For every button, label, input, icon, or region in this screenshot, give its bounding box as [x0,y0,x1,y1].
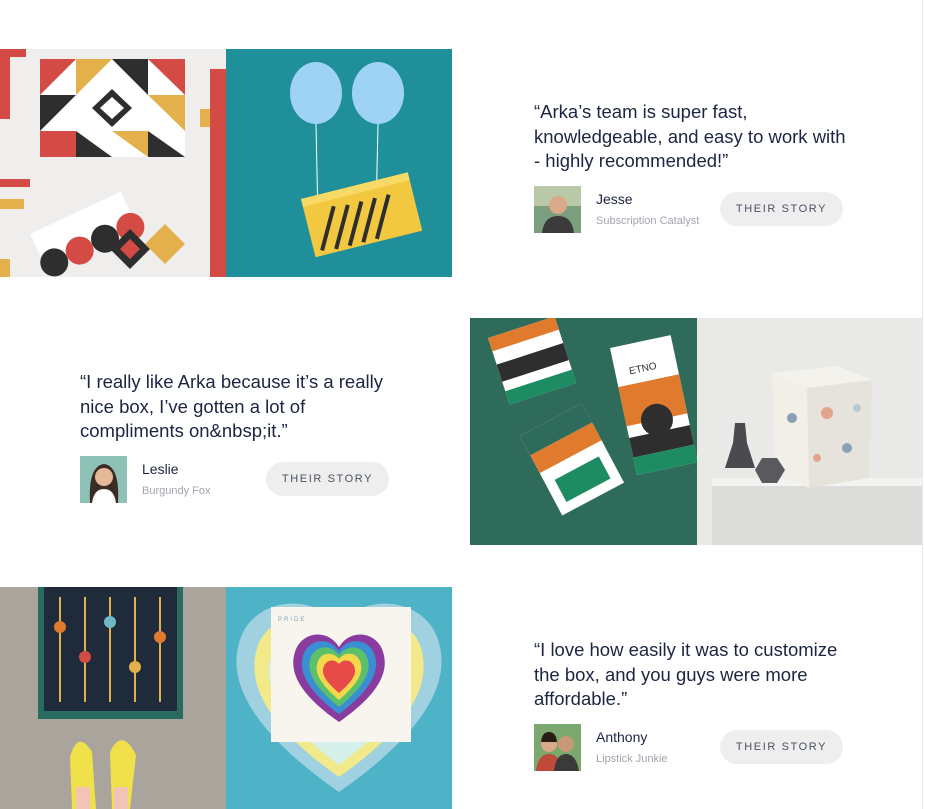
page-edge-divider [922,0,923,809]
floral-box-shoes-photo [0,587,226,809]
testimonial-leslie: “I really like Arka because it’s a reall… [80,370,400,503]
author-name: Anthony [596,729,648,745]
author-name: Leslie [142,461,179,477]
avatar [80,455,127,503]
author-meta: Leslie Burgundy Fox [142,460,266,498]
image-pair-row3: PRIDE [0,587,452,809]
etno-boxes-photo: ETNO [470,318,697,545]
author-name: Jesse [596,191,633,207]
author-meta: Anthony Lipstick Junkie [596,728,720,766]
image-pair-row1 [0,49,452,277]
their-story-button[interactable]: THEIR STORY [720,730,843,764]
author-company: Lipstick Junkie [596,753,668,765]
image-pair-row2: ETNO [470,318,922,546]
testimonial-quote: “I really like Arka because it’s a reall… [80,371,383,441]
author-company: Burgundy Fox [142,485,211,497]
terrazzo-box-photo [697,318,922,545]
balloon-box-photo [226,49,452,277]
author-row: Leslie Burgundy Fox THEIR STORY [80,455,400,503]
testimonial-quote: “I love how easily it was to customize t… [534,639,838,709]
testimonial-quote: “Arka’s team is super fast, knowledgeabl… [534,101,846,171]
pride-label: PRIDE [278,617,306,623]
testimonial-anthony: “I love how easily it was to customize t… [534,638,854,771]
their-story-button[interactable]: THEIR STORY [720,192,843,226]
author-row: Anthony Lipstick Junkie THEIR STORY [534,723,854,771]
geometric-box-photo [0,49,226,277]
author-row: Jesse Subscription Catalyst THEIR STORY [534,185,854,233]
testimonial-jesse: “Arka’s team is super fast, knowledgeabl… [534,100,854,233]
avatar [534,185,581,233]
author-company: Subscription Catalyst [596,215,700,227]
their-story-button[interactable]: THEIR STORY [266,462,389,496]
author-meta: Jesse Subscription Catalyst [596,190,720,228]
pride-heart-box-photo: PRIDE [226,587,452,809]
avatar [534,723,581,771]
